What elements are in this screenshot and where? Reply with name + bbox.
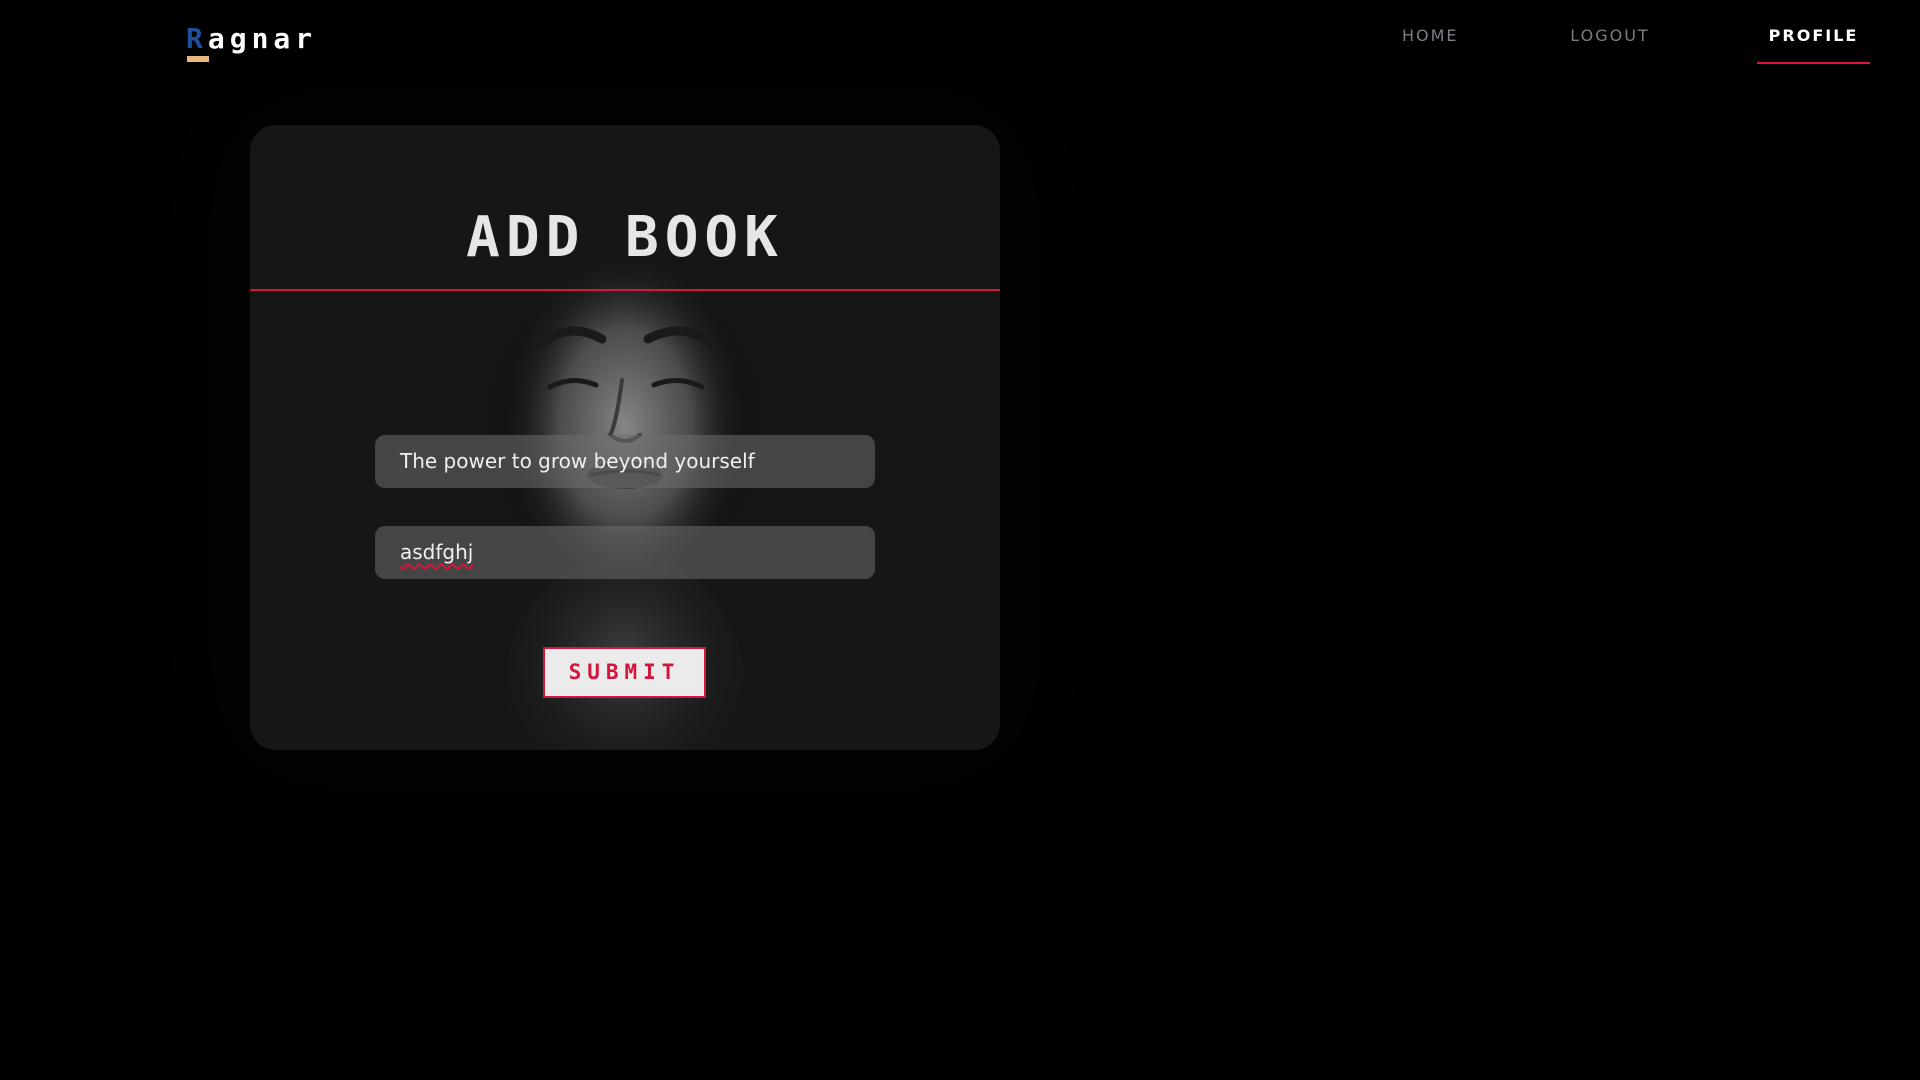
page: R agnar HOME LOGOUT PROFILE ADD BOOK The…: [0, 0, 1920, 1080]
book-title-input[interactable]: The power to grow beyond yourself: [375, 435, 875, 488]
submit-button[interactable]: SUBMIT: [543, 647, 706, 698]
active-nav-indicator: [1757, 62, 1870, 64]
book-author-input[interactable]: asdfghj: [375, 526, 875, 579]
nav-profile-link[interactable]: PROFILE: [1757, 26, 1870, 54]
author-input-value: asdfghj: [400, 540, 474, 564]
nav-logout-link[interactable]: LOGOUT: [1570, 26, 1650, 54]
page-title: ADD BOOK: [466, 205, 784, 270]
top-navigation: HOME LOGOUT PROFILE: [0, 0, 1920, 70]
add-book-card: ADD BOOK The power to grow beyond yourse…: [250, 125, 1000, 750]
title-divider: [250, 289, 1000, 291]
nav-home-link[interactable]: HOME: [1402, 26, 1458, 54]
